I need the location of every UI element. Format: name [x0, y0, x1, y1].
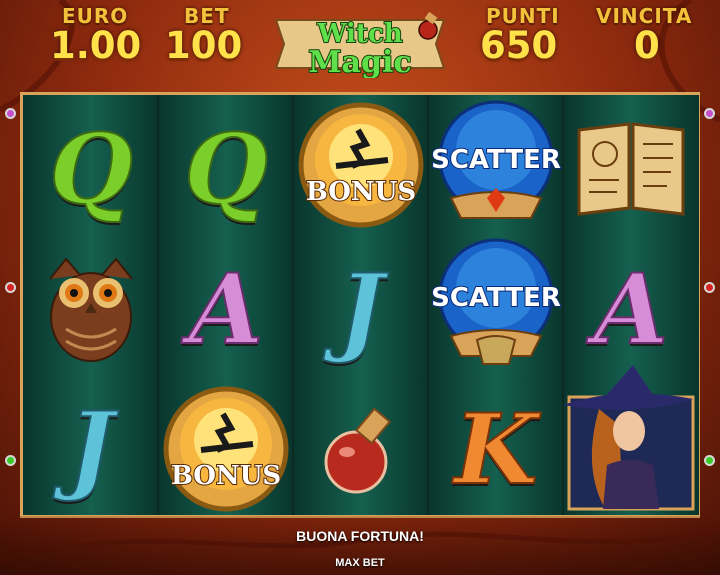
witch-icon [563, 365, 699, 515]
scatter-label: SCATTER [431, 283, 561, 313]
payline-indicator-3-left[interactable] [5, 455, 16, 466]
symbol-letter: A [593, 252, 669, 367]
symbol-letter: K [453, 392, 538, 507]
reel-symbol-a: A [158, 241, 294, 377]
scatter-symbol: SCATTER [428, 235, 564, 371]
reel-symbol-k: K [428, 381, 564, 517]
symbol-letter: Q [183, 112, 269, 227]
reel-symbol-j: J [293, 241, 429, 377]
reel-symbol-q: Q [158, 101, 294, 237]
symbol-letter: J [337, 252, 384, 367]
payline-indicator-1-left[interactable] [5, 108, 16, 119]
payline-indicator-1-right[interactable] [704, 108, 715, 119]
symbol-letter: Q [48, 112, 134, 227]
potion-icon [293, 381, 429, 517]
punti-value: 650 [480, 24, 558, 67]
bonus-symbol: BONUS [293, 97, 429, 233]
reel-symbol-q: Q [23, 101, 159, 237]
payline-indicator-3-right[interactable] [704, 455, 715, 466]
scatter-label: SCATTER [431, 145, 561, 175]
reel-area: Q J Q A BONUS BONUS J SCATTER SCATTER K … [20, 92, 700, 518]
reel-symbol-a: A [563, 241, 699, 377]
bet-value[interactable]: 100 [165, 24, 242, 67]
symbol-letter: A [188, 252, 264, 367]
skull-icon [475, 335, 517, 365]
euro-value[interactable]: 1.00 [50, 24, 141, 67]
payline-indicator-2-left[interactable] [5, 282, 16, 293]
logo-line2: Magic [308, 45, 411, 78]
potion-bottle-icon [418, 11, 438, 40]
max-bet-button[interactable]: MAX BET [0, 557, 720, 569]
symbol-letter: J [67, 390, 114, 505]
payline-indicator-2-right[interactable] [704, 282, 715, 293]
bonus-label: BONUS [171, 461, 281, 491]
spellbook-icon [563, 97, 699, 233]
owl-icon [23, 237, 159, 373]
bonus-label: BONUS [306, 177, 416, 207]
bonus-symbol: BONUS [158, 381, 294, 517]
status-message: BUONA FORTUNA! [296, 528, 424, 544]
scatter-symbol: SCATTER [428, 97, 564, 233]
reel-symbol-j: J [23, 379, 159, 515]
game-logo: Witch Magic [274, 11, 446, 78]
vincita-value: 0 [634, 24, 660, 67]
